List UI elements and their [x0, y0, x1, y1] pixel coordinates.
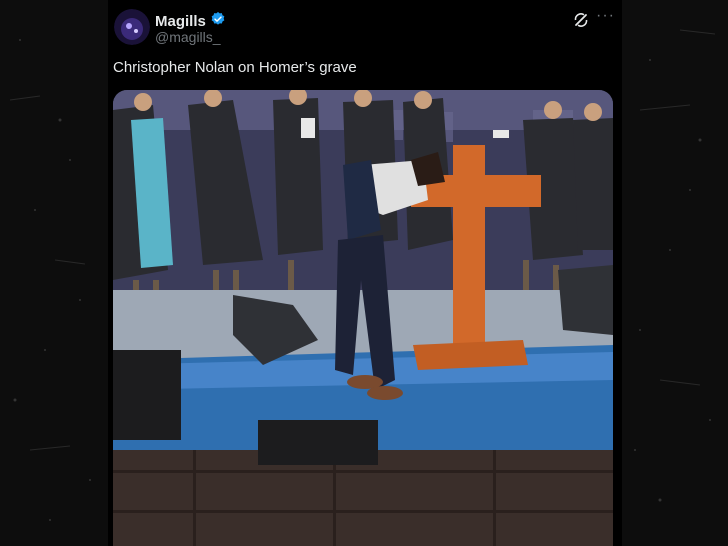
tweet-card: Magills @magills_ ··· Christopher Nolan … — [108, 0, 622, 546]
user-handle[interactable]: @magills_ — [155, 29, 221, 45]
video-media[interactable] — [113, 90, 613, 546]
avatar[interactable] — [114, 9, 150, 45]
tweet-text: Christopher Nolan on Homer’s grave — [113, 59, 357, 76]
grok-icon[interactable] — [572, 11, 590, 29]
more-options-icon[interactable]: ··· — [596, 7, 615, 25]
display-name[interactable]: Magills — [155, 13, 206, 30]
